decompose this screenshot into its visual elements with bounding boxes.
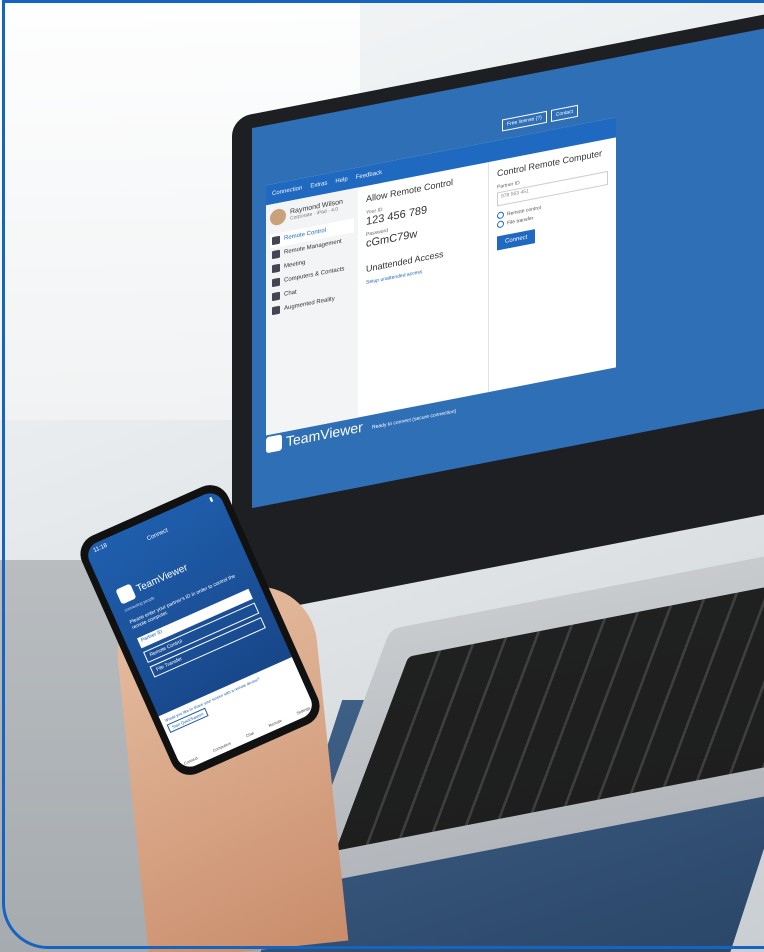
tab-connect[interactable]: Connect (183, 755, 199, 766)
menu-extras[interactable]: Extras (310, 180, 327, 189)
phone-share-text: Would you like to share your screen with… (163, 676, 261, 723)
chat-icon (272, 291, 280, 302)
sidebar-item-label: Meeting (284, 259, 306, 270)
sidebar: Raymond Wilson Corporate · iPad · 4.0 Re… (266, 187, 358, 436)
laptop: Free license (?) Contact Connection Extr… (232, 9, 764, 888)
arrows-icon (272, 235, 280, 246)
radio-dot (497, 220, 504, 229)
battery-icon: ▮ (208, 496, 215, 504)
allow-remote-panel: Allow Remote Control Your ID 123 456 789… (358, 162, 488, 417)
photo-scene: Free license (?) Contact Connection Extr… (0, 0, 764, 952)
tab-computers[interactable]: Computers (212, 741, 232, 754)
tab-chat[interactable]: Chat (245, 730, 255, 738)
menu-help[interactable]: Help (335, 177, 347, 185)
contact-button[interactable]: Contact (550, 104, 578, 123)
ar-icon (272, 305, 280, 316)
tab-remote[interactable]: Remote (268, 718, 283, 728)
menu-connection[interactable]: Connection (272, 185, 302, 197)
laptop-screen: Free license (?) Contact Connection Extr… (252, 27, 764, 509)
avatar (270, 207, 286, 227)
contacts-icon (272, 277, 280, 288)
teamviewer-logo-icon (115, 583, 137, 605)
tab-settings[interactable]: Settings (296, 705, 311, 715)
control-remote-panel: Control Remote Computer Partner ID 978 5… (488, 137, 616, 393)
sidebar-item-label: Chat (284, 289, 297, 298)
free-license-button[interactable]: Free license (?) (502, 110, 547, 132)
radio-dot (497, 211, 504, 220)
teamviewer-logo-icon (266, 434, 282, 454)
connect-button[interactable]: Connect (497, 229, 536, 251)
network-icon (272, 249, 280, 260)
menu-feedback[interactable]: Feedback (356, 170, 382, 181)
people-icon (272, 263, 280, 274)
teamviewer-window: Connection Extras Help Feedback Raymond … (266, 117, 616, 436)
